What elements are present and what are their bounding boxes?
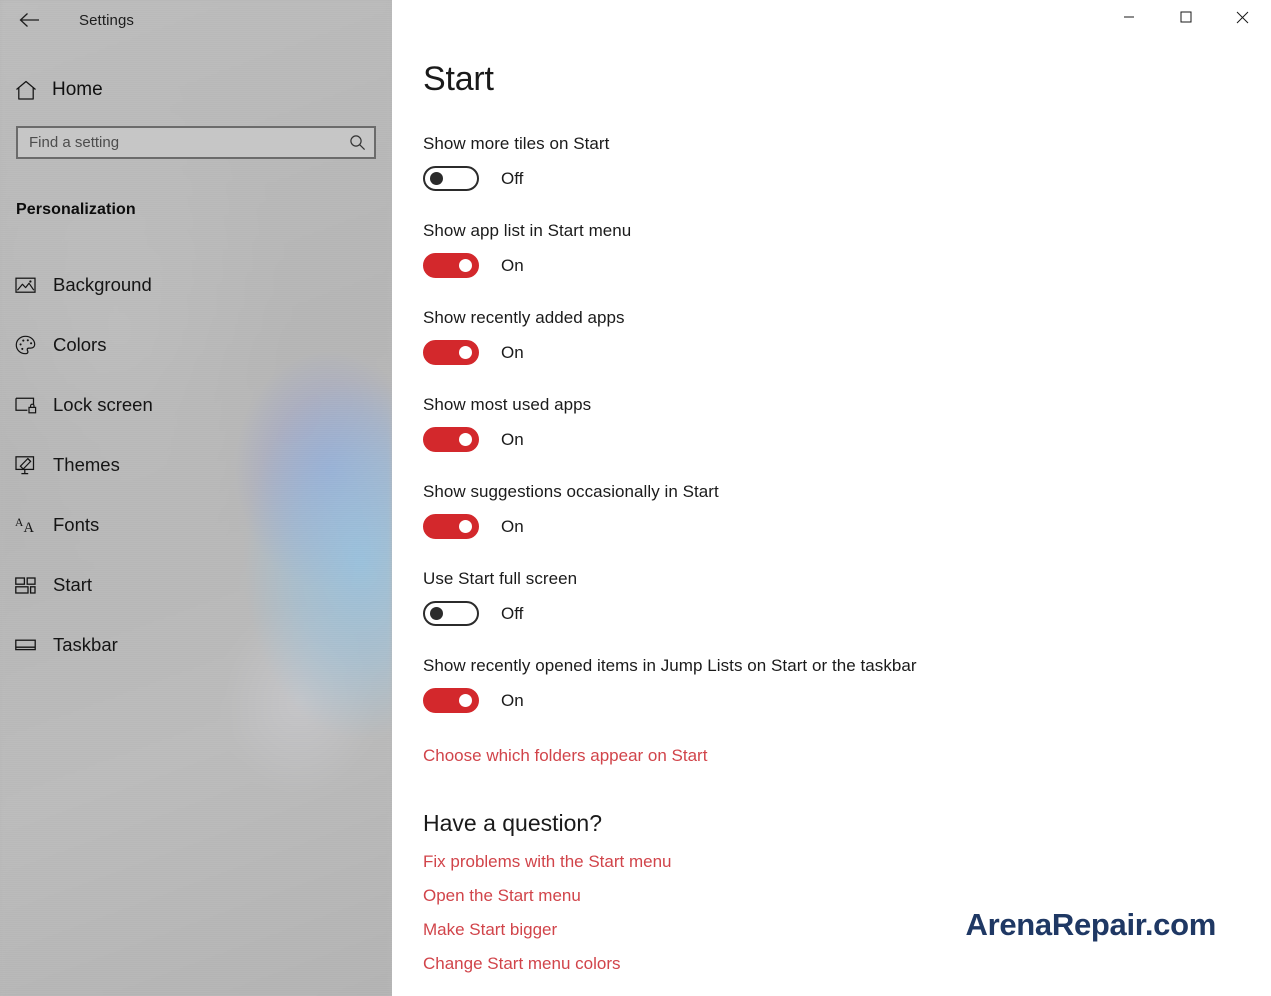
taskbar-icon [15,638,41,652]
toggle-switch[interactable] [423,340,479,365]
toggle-row: On [423,340,1271,365]
sidebar-item-themes[interactable]: Themes [0,435,392,495]
svg-text:A: A [24,520,35,535]
toggle-row: Off [423,166,1271,191]
sidebar-section-heading: Personalization [16,201,136,218]
search-icon[interactable] [346,134,368,151]
toggle-knob [459,259,472,272]
close-icon [1236,11,1249,23]
search-input[interactable] [29,134,346,151]
toggle-knob [430,607,443,620]
setting-show-app-list: Show app list in Start menu On [423,221,1271,278]
sidebar-item-lock-screen[interactable]: Lock screen [0,375,392,435]
toggle-state-label: On [501,342,524,362]
search-box[interactable] [16,126,376,159]
toggle-row: On [423,514,1271,539]
window-controls [1100,0,1271,34]
setting-label: Show more tiles on Start [423,134,610,153]
setting-show-more-tiles: Show more tiles on Start Off [423,134,1271,191]
toggle-knob [459,346,472,359]
toggle-switch[interactable] [423,427,479,452]
choose-folders-link[interactable]: Choose which folders appear on Start [423,746,707,766]
toggle-state-label: On [501,516,524,536]
toggle-knob [459,694,472,707]
back-button[interactable] [10,5,48,35]
sidebar-item-label: Fonts [53,514,100,535]
sidebar-item-label: Lock screen [53,394,153,415]
toggle-row: On [423,253,1271,278]
home-icon [15,80,39,101]
palette-icon [15,335,41,356]
help-link[interactable]: Open the Start menu [423,886,1271,906]
start-tiles-icon [15,576,41,594]
choose-folders-link-wrap: Choose which folders appear on Start [423,746,1271,766]
setting-label: Use Start full screen [423,569,578,588]
setting-label: Show recently opened items in Jump Lists… [423,656,917,675]
toggle-switch[interactable] [423,166,479,191]
toggle-switch[interactable] [423,514,479,539]
fonts-icon: A A [15,515,41,535]
maximize-icon [1180,11,1191,23]
settings-content: Start Show more tiles on Start Off Show … [392,0,1271,974]
setting-show-suggestions: Show suggestions occasionally in Start O… [423,482,1271,539]
page-title: Start [423,60,494,98]
setting-show-jump-lists: Show recently opened items in Jump Lists… [423,656,1271,713]
setting-label: Show recently added apps [423,308,625,327]
setting-label: Show suggestions occasionally in Start [423,482,719,501]
help-section: Have a question? Fix problems with the S… [423,810,1271,974]
sidebar-item-colors[interactable]: Colors [0,315,392,375]
sidebar: Settings Home Person [0,0,392,996]
toggle-knob [459,520,472,533]
sidebar-item-start[interactable]: Start [0,555,392,615]
sidebar-item-background[interactable]: Background [0,255,392,315]
toggle-row: On [423,688,1271,713]
minimize-icon [1123,16,1134,18]
lock-screen-icon [15,396,41,414]
toggle-knob [430,172,443,185]
themes-icon [15,455,41,476]
maximize-button[interactable] [1157,0,1214,34]
image-icon [15,276,41,294]
sidebar-item-fonts[interactable]: A A Fonts [0,495,392,555]
window-title-row: Settings [0,0,392,40]
watermark: ArenaRepair.com [965,907,1217,942]
toggle-state-label: Off [501,603,524,623]
close-button[interactable] [1214,0,1271,34]
toggle-knob [459,433,472,446]
setting-label: Show most used apps [423,395,592,414]
toggle-state-label: Off [501,168,524,188]
app-title: Settings [79,11,134,29]
sidebar-item-label: Themes [53,454,120,475]
sidebar-item-home[interactable]: Home [0,68,392,112]
sidebar-item-label: Taskbar [53,634,118,655]
toggle-state-label: On [501,255,524,275]
minimize-button[interactable] [1100,0,1157,34]
setting-show-most-used-apps: Show most used apps On [423,395,1271,452]
toggle-switch[interactable] [423,253,479,278]
setting-use-start-full-screen: Use Start full screen Off [423,569,1271,626]
setting-show-recently-added-apps: Show recently added apps On [423,308,1271,365]
help-link[interactable]: Change Start menu colors [423,954,1271,974]
toggle-state-label: On [501,690,524,710]
back-arrow-icon [19,13,39,27]
help-link[interactable]: Fix problems with the Start menu [423,852,1271,872]
sidebar-item-label: Background [53,274,152,295]
toggle-switch[interactable] [423,688,479,713]
sidebar-nav-list: Background Colors Lock screen Themes A A… [0,255,392,675]
sidebar-item-label: Colors [53,334,107,355]
toggle-row: Off [423,601,1271,626]
help-section-title: Have a question? [423,810,603,836]
toggle-state-label: On [501,429,524,449]
sidebar-item-taskbar[interactable]: Taskbar [0,615,392,675]
main-content-pane: Start Show more tiles on Start Off Show … [392,0,1271,996]
setting-label: Show app list in Start menu [423,221,632,240]
toggle-row: On [423,427,1271,452]
sidebar-item-label: Start [53,574,93,595]
settings-window: Settings Home Person [0,0,1271,996]
toggle-switch[interactable] [423,601,479,626]
home-label: Home [52,79,103,100]
